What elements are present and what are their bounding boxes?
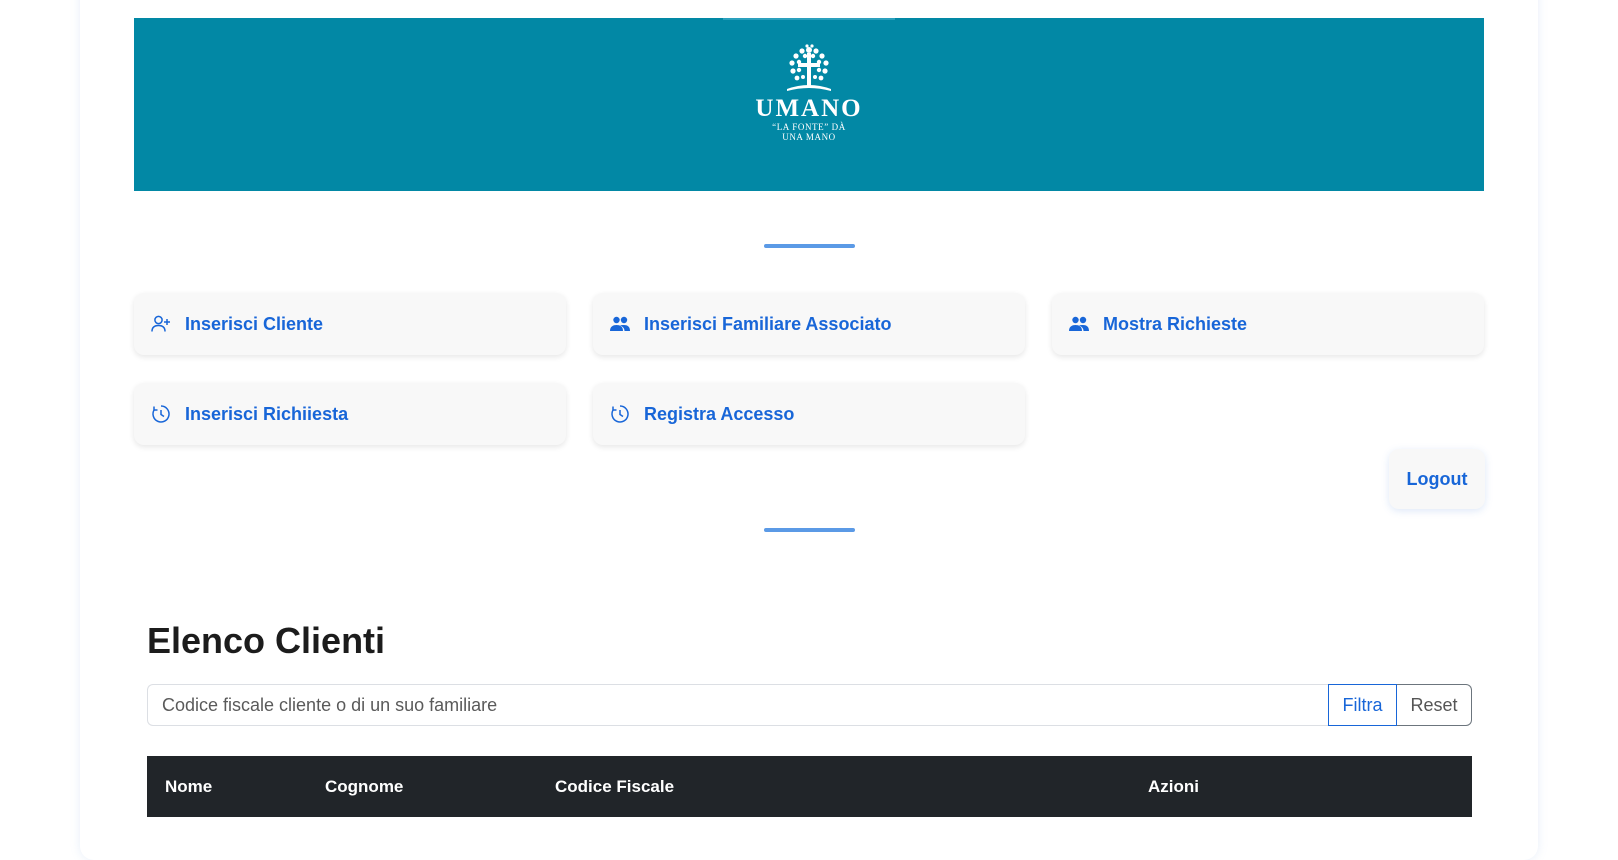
nav-label: Mostra Richieste <box>1103 313 1248 334</box>
column-header-codice-fiscale: Codice Fiscale <box>555 777 675 796</box>
page-title: Elenco Clienti <box>147 620 386 661</box>
nav-inserisci-familiare[interactable]: Inserisci Familiare Associato <box>593 293 1025 355</box>
users-icon <box>610 314 630 334</box>
nav-registra-accesso[interactable]: Registra Accesso <box>593 383 1025 445</box>
filter-group: Filtra Reset <box>147 684 1472 726</box>
users-icon <box>1069 314 1089 334</box>
nav-label: Registra Accesso <box>644 403 795 424</box>
table-header: Nome Cognome Codice Fiscale Azioni <box>147 756 1472 817</box>
tree-cross-icon <box>787 44 831 91</box>
search-input[interactable] <box>147 684 1328 726</box>
add-user-icon <box>151 314 171 334</box>
banner-accent-line <box>723 18 895 20</box>
reset-button[interactable]: Reset <box>1397 684 1472 726</box>
logo-motto-line2: UNA MANO <box>782 132 836 142</box>
nav-inserisci-richiesta[interactable]: Inserisci Richiiesta <box>134 383 566 445</box>
column-header-cognome: Cognome <box>325 777 404 796</box>
logo-motto-line1: “LA FONTE” DÀ <box>772 122 846 132</box>
logo-title: UMANO <box>755 95 863 122</box>
filter-button[interactable]: Filtra <box>1328 684 1397 726</box>
divider-bottom <box>764 528 855 532</box>
umano-logo: UMANO “LA FONTE” DÀ UNA MANO <box>744 43 874 155</box>
nav-mostra-richieste[interactable]: Mostra Richieste <box>1052 293 1484 355</box>
nav-label: Inserisci Familiare Associato <box>644 313 892 334</box>
clock-icon <box>610 404 630 424</box>
logout-button[interactable]: Logout <box>1389 449 1485 509</box>
nav-label: Inserisci Richiiesta <box>185 403 349 424</box>
column-header-nome: Nome <box>165 777 213 796</box>
divider-top <box>764 244 855 248</box>
clock-icon <box>151 404 171 424</box>
nav-label: Inserisci Cliente <box>185 313 324 334</box>
nav-inserisci-cliente[interactable]: Inserisci Cliente <box>134 293 566 355</box>
column-header-azioni: Azioni <box>1148 777 1199 796</box>
